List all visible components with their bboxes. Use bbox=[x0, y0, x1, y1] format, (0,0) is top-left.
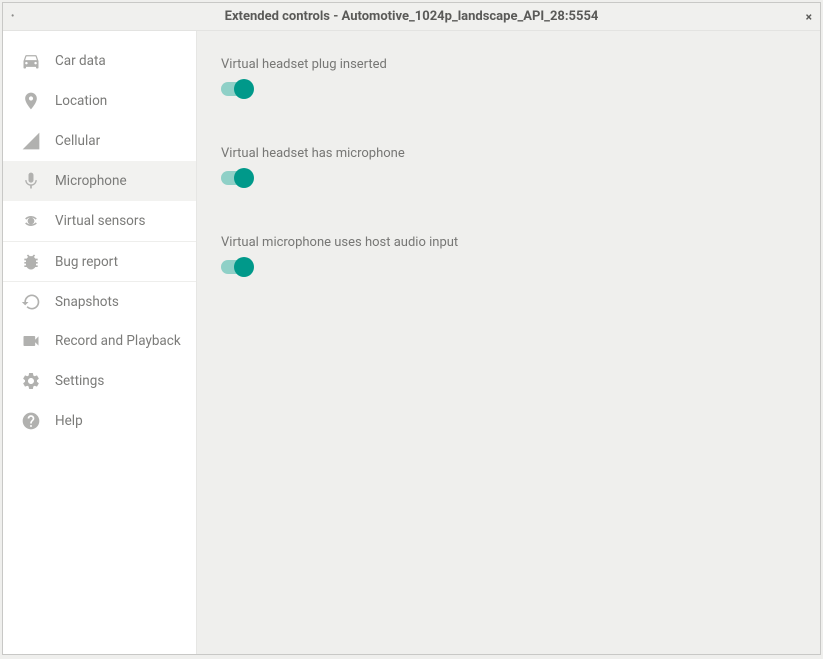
sidebar-item-settings[interactable]: Settings bbox=[3, 361, 196, 401]
car-icon bbox=[21, 51, 41, 71]
setting-label: Virtual headset plug inserted bbox=[221, 57, 796, 72]
sidebar-item-car-data[interactable]: Car data bbox=[3, 41, 196, 81]
sidebar-item-help[interactable]: Help bbox=[3, 401, 196, 441]
sidebar-item-bug-report[interactable]: Bug report bbox=[3, 241, 196, 281]
sidebar-item-snapshots[interactable]: Snapshots bbox=[3, 281, 196, 321]
sidebar-item-label: Settings bbox=[55, 373, 104, 389]
setting-label: Virtual headset has microphone bbox=[221, 146, 796, 161]
sidebar: Car data Location Cellular Microphone bbox=[3, 31, 197, 654]
sidebar-item-location[interactable]: Location bbox=[3, 81, 196, 121]
sidebar-item-label: Record and Playback bbox=[55, 333, 181, 349]
toggle-headset-mic[interactable] bbox=[221, 171, 251, 185]
window-body: Car data Location Cellular Microphone bbox=[3, 31, 820, 654]
sidebar-item-label: Cellular bbox=[55, 133, 100, 149]
location-icon bbox=[21, 91, 41, 111]
sidebar-item-label: Help bbox=[55, 413, 83, 429]
sidebar-item-label: Location bbox=[55, 93, 107, 109]
microphone-icon bbox=[21, 171, 41, 191]
sidebar-item-record-playback[interactable]: Record and Playback bbox=[3, 321, 196, 361]
gear-icon bbox=[21, 371, 41, 391]
sidebar-item-label: Snapshots bbox=[55, 294, 119, 310]
sidebar-item-virtual-sensors[interactable]: Virtual sensors bbox=[3, 201, 196, 241]
sensors-icon bbox=[21, 211, 41, 231]
sidebar-item-label: Virtual sensors bbox=[55, 213, 145, 229]
content-pane: Virtual headset plug inserted Virtual he… bbox=[197, 31, 820, 654]
cellular-icon bbox=[21, 131, 41, 151]
titlebar-left-marker: • bbox=[11, 12, 14, 22]
setting-headset-mic: Virtual headset has microphone bbox=[221, 146, 796, 185]
sidebar-item-label: Car data bbox=[55, 53, 106, 69]
sidebar-item-label: Bug report bbox=[55, 254, 118, 270]
sidebar-item-cellular[interactable]: Cellular bbox=[3, 121, 196, 161]
setting-label: Virtual microphone uses host audio input bbox=[221, 235, 796, 250]
toggle-host-audio[interactable] bbox=[221, 260, 251, 274]
setting-headset-plug: Virtual headset plug inserted bbox=[221, 57, 796, 96]
bug-icon bbox=[21, 252, 41, 272]
sidebar-item-label: Microphone bbox=[55, 173, 127, 189]
sidebar-item-microphone[interactable]: Microphone bbox=[3, 161, 196, 201]
close-icon[interactable]: × bbox=[806, 10, 812, 24]
setting-host-audio: Virtual microphone uses host audio input bbox=[221, 235, 796, 274]
snapshots-icon bbox=[21, 292, 41, 312]
window-title: Extended controls - Automotive_1024p_lan… bbox=[225, 9, 599, 24]
titlebar: • Extended controls - Automotive_1024p_l… bbox=[3, 3, 820, 31]
help-icon bbox=[21, 411, 41, 431]
toggle-headset-plug[interactable] bbox=[221, 82, 251, 96]
window: • Extended controls - Automotive_1024p_l… bbox=[2, 2, 821, 655]
videocam-icon bbox=[21, 331, 41, 351]
